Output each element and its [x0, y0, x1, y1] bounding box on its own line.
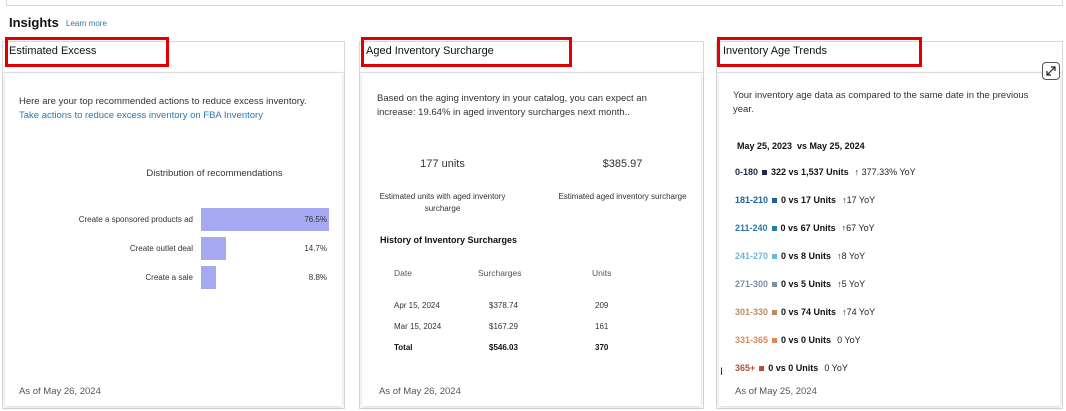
aged-surcharge-card: Aged Inventory Surcharge Based on the ag…	[359, 41, 704, 409]
bar	[201, 266, 216, 289]
units-comparison: 0 vs 17 Units	[781, 195, 837, 205]
card-title: Aged Inventory Surcharge	[366, 45, 494, 57]
yoy-change: ↑74 YoY	[842, 307, 876, 317]
age-range-label: 0-180	[735, 167, 759, 177]
legend-square-icon	[772, 253, 778, 259]
legend-square-icon	[762, 169, 768, 175]
card-title: Estimated Excess	[9, 45, 97, 57]
units-label: Estimated units with aged inventory surc…	[379, 192, 506, 213]
row-surcharge: $167.29	[489, 322, 518, 331]
legend-square-icon	[771, 225, 777, 231]
yoy-change: ↑8 YoY	[837, 251, 866, 261]
legend-square-icon	[772, 197, 778, 203]
column-header: Units	[592, 268, 612, 278]
column-header: Date	[394, 268, 412, 278]
bar-value-label: 8.8%	[308, 273, 327, 282]
trend-row: 241-270 0 vs 8 Units ↑8 YoY	[735, 251, 865, 261]
excess-description: Here are your top recommended actions to…	[19, 96, 307, 107]
yoy-change: ↑17 YoY	[842, 195, 876, 205]
units-comparison: 0 vs 74 Units	[781, 307, 837, 317]
trend-row: 365+ 0 vs 0 Units 0 YoY	[735, 363, 848, 373]
yoy-change: ↑ 377.33% YoY	[854, 167, 916, 177]
column-header: Surcharges	[478, 268, 522, 278]
history-title: History of Inventory Surcharges	[380, 235, 518, 245]
yoy-change: ↑67 YoY	[841, 223, 875, 233]
bar	[201, 237, 226, 260]
total-surcharge: $546.03	[489, 343, 518, 352]
text-cursor-icon: I	[720, 366, 724, 378]
row-date: Apr 15, 2024	[394, 301, 440, 310]
expand-button[interactable]	[1042, 62, 1060, 80]
compare-dates: May 25, 2023 vs May 25, 2024	[737, 141, 865, 151]
row-date: Mar 15, 2024	[394, 322, 442, 331]
trend-row: 271-300 0 vs 5 Units ↑5 YoY	[735, 279, 865, 289]
as-of-date: As of May 25, 2024	[735, 386, 817, 397]
as-of-date: As of May 26, 2024	[379, 386, 461, 397]
bar-category-label: Create a sponsored products ad	[78, 215, 193, 224]
card-header: Estimated Excess	[3, 42, 344, 73]
trends-description: Your inventory age data as compared to t…	[733, 90, 1029, 115]
expand-icon	[1046, 66, 1056, 76]
yoy-change: ↑5 YoY	[837, 279, 866, 289]
units-comparison: 0 vs 8 Units	[781, 251, 832, 261]
total-label: Total	[394, 343, 413, 352]
age-range-label: 211-240	[735, 223, 768, 233]
units-value: 177 units	[420, 158, 465, 170]
top-panel-edge	[6, 0, 1063, 6]
section-title: Insights	[9, 15, 59, 30]
units-comparison: 0 vs 0 Units	[768, 363, 819, 373]
legend-square-icon	[772, 281, 778, 287]
amount-value: $385.97	[602, 158, 643, 170]
amount-label: Estimated aged inventory surcharge	[558, 192, 687, 201]
units-comparison: 322 vs 1,537 Units	[771, 167, 849, 177]
as-of-date: As of May 26, 2024	[19, 386, 101, 397]
excess-action-link[interactable]: Take actions to reduce excess inventory …	[19, 109, 339, 123]
bar-value-label: 76.5%	[304, 215, 327, 224]
trend-row: 331-365 0 vs 0 Units 0 YoY	[735, 335, 861, 345]
units-comparison: 0 vs 5 Units	[781, 279, 832, 289]
chart-title: Distribution of recommendations	[146, 168, 283, 179]
units-comparison: 0 vs 0 Units	[781, 335, 832, 345]
yoy-change: 0 YoY	[837, 335, 861, 345]
age-range-label: 181-210	[735, 195, 769, 205]
trend-row: 301-330 0 vs 74 Units ↑74 YoY	[735, 307, 875, 317]
card-body	[719, 73, 1060, 406]
learn-more-link[interactable]: Learn more	[66, 19, 107, 28]
card-title: Inventory Age Trends	[723, 45, 827, 57]
legend-square-icon	[759, 365, 765, 371]
age-range-label: 271-300	[735, 279, 769, 289]
total-units: 370	[595, 343, 609, 352]
row-units: 161	[595, 322, 609, 331]
age-range-label: 301-330	[735, 307, 769, 317]
bar-value-label: 14.7%	[304, 244, 327, 253]
bar-category-label: Create a sale	[145, 273, 193, 282]
bar-category-label: Create outlet deal	[129, 244, 193, 253]
units-comparison: 0 vs 67 Units	[780, 223, 836, 233]
surcharge-description: Based on the aging inventory in your cat…	[377, 93, 647, 118]
age-range-label: 331-365	[735, 335, 769, 345]
row-surcharge: $378.74	[489, 301, 518, 310]
yoy-change: 0 YoY	[824, 363, 848, 373]
trend-row: 211-240 0 vs 67 Units ↑67 YoY	[735, 223, 875, 233]
legend-square-icon	[772, 337, 778, 343]
age-range-label: 365+	[735, 363, 756, 373]
trend-row: 0-180 322 vs 1,537 Units ↑ 377.33% YoY	[735, 167, 916, 177]
legend-square-icon	[772, 309, 778, 315]
trend-row: 181-210 0 vs 17 Units ↑17 YoY	[735, 195, 875, 205]
age-range-label: 241-270	[735, 251, 769, 261]
estimated-excess-card: Estimated Excess Here are your top recom…	[2, 41, 345, 409]
row-units: 209	[595, 301, 609, 310]
inventory-age-trends-card: Inventory Age Trends Your inventory age …	[716, 41, 1063, 409]
card-header: Inventory Age Trends	[717, 42, 1062, 73]
card-header: Aged Inventory Surcharge	[360, 42, 703, 73]
